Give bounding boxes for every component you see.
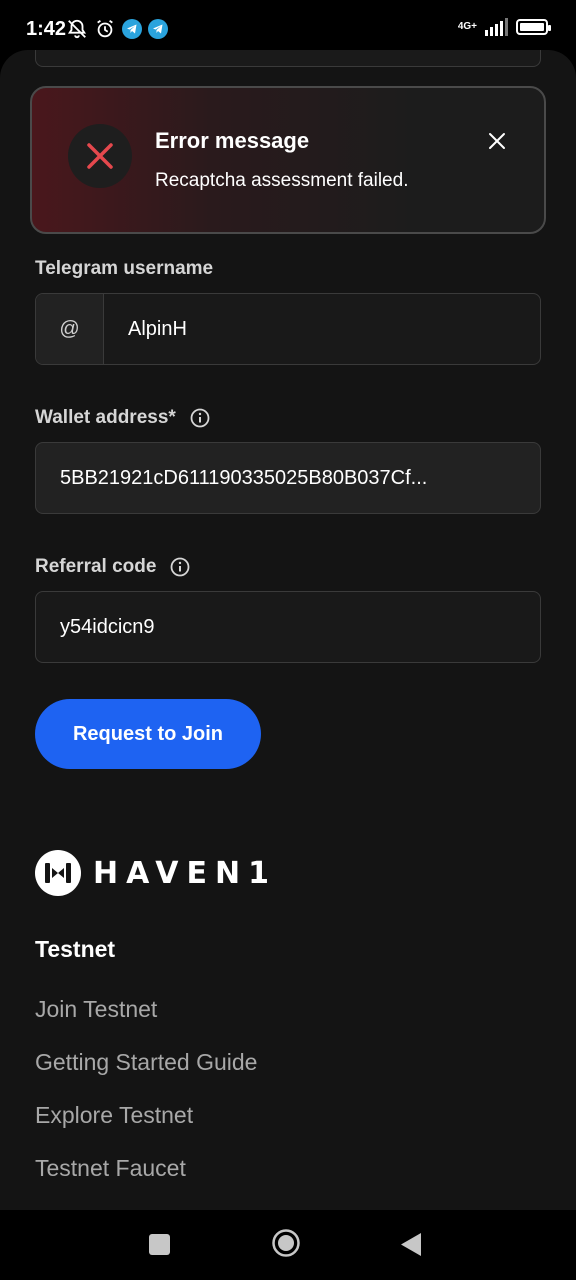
referral-code-label: Referral code: [35, 556, 190, 578]
home-button[interactable]: [271, 1228, 301, 1258]
network-label: 4G+: [457, 21, 477, 32]
footer-link-explore-testnet[interactable]: Explore Testnet: [35, 1100, 257, 1153]
haven1-logo-mark-icon: [35, 850, 81, 896]
status-system-icons: 4G+: [457, 18, 551, 36]
muted-bell-icon: [67, 19, 87, 39]
request-to-join-button[interactable]: Request to Join: [35, 699, 261, 769]
wallet-address-label-text: Wallet address*: [35, 407, 176, 428]
footer-link-join-testnet[interactable]: Join Testnet: [35, 994, 257, 1047]
main-screen: Error message Recaptcha assessment faile…: [0, 50, 576, 1210]
alarm-clock-icon: [97, 19, 113, 38]
alert-title: Error message: [155, 128, 310, 153]
wallet-address-label: Wallet address*: [35, 407, 210, 429]
footer-link-getting-started-guide[interactable]: Getting Started Guide: [35, 1047, 257, 1100]
telegram-icon: [122, 19, 142, 39]
telegram-username-label-text: Telegram username: [35, 258, 214, 279]
footer-link-testnet-faucet[interactable]: Testnet Faucet: [35, 1153, 257, 1206]
haven1-logo[interactable]: HAVEN1: [35, 850, 277, 896]
battery-icon: [516, 19, 551, 35]
signal-icon: [485, 18, 508, 36]
referral-code-field[interactable]: y54idcicn9: [35, 591, 541, 663]
testnet-links: Join Testnet Getting Started Guide Explo…: [35, 994, 257, 1206]
status-notification-icons: [66, 18, 168, 40]
error-alert: Error message Recaptcha assessment faile…: [30, 86, 546, 234]
wallet-address-input[interactable]: 5BB21921cD611190335025B80B037Cf...: [60, 443, 520, 513]
telegram-icon: [148, 19, 168, 39]
error-icon-badge: [68, 124, 132, 188]
telegram-username-label: Telegram username: [35, 258, 213, 280]
telegram-username-input[interactable]: AlpinH: [128, 294, 528, 364]
testnet-section-title: Testnet: [35, 936, 116, 962]
referral-code-input[interactable]: y54idcicn9: [60, 592, 520, 662]
info-icon[interactable]: [170, 557, 190, 577]
alert-message: Recaptcha assessment failed.: [155, 170, 409, 191]
recents-button[interactable]: [149, 1234, 170, 1255]
referral-code-label-text: Referral code: [35, 556, 157, 577]
haven1-logo-text: HAVEN1: [93, 855, 277, 891]
navigation-bar: [0, 1210, 576, 1280]
wallet-address-field[interactable]: 5BB21921cD611190335025B80B037Cf...: [35, 442, 541, 514]
close-icon[interactable]: [486, 130, 508, 152]
at-prefix: @: [36, 294, 104, 364]
previous-field-box: [35, 50, 541, 67]
telegram-username-field[interactable]: @ AlpinH: [35, 293, 541, 365]
x-mark-icon: [87, 143, 113, 169]
status-time: 1:42: [26, 18, 67, 40]
back-button[interactable]: [400, 1232, 422, 1257]
info-icon[interactable]: [190, 408, 210, 428]
